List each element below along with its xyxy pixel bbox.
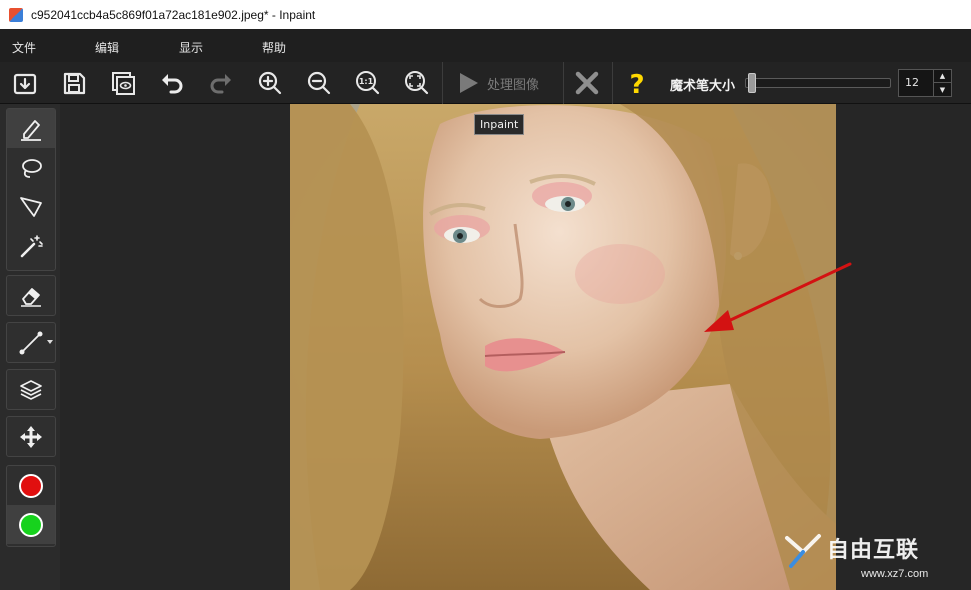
zoom-actual-size-icon: 1:1 — [356, 71, 380, 95]
tooltip: Inpaint — [474, 114, 525, 135]
preview-icon — [112, 72, 135, 95]
brush-size-slider[interactable] — [745, 78, 891, 88]
brush-size-label: 魔术笔大小 — [670, 79, 736, 94]
marker-icon — [21, 119, 41, 141]
menu-bar: 文件 编辑 显示 帮助 — [0, 29, 971, 62]
process-image-label: 处理图像 — [487, 77, 540, 93]
zoom-in-button[interactable] — [253, 66, 287, 100]
save-button[interactable] — [57, 66, 91, 100]
guide-line-icon — [19, 331, 43, 354]
guide-line-tool-button[interactable] — [7, 323, 55, 362]
watermark-logo-icon — [785, 534, 821, 568]
guide-line-group — [6, 322, 56, 363]
redo-button[interactable] — [204, 66, 238, 100]
color-group — [6, 465, 56, 547]
lasso-tool-button[interactable] — [7, 148, 55, 187]
title-bar: c952041ccb4a5c869f01a72ac181e902.jpeg* -… — [0, 0, 971, 29]
portrait-image — [290, 104, 836, 590]
redo-icon — [210, 74, 231, 94]
green-color-swatch — [19, 512, 43, 537]
brush-size-slider-handle[interactable] — [748, 73, 756, 93]
layers-tool-button[interactable] — [7, 370, 55, 409]
watermark-title: 自由互联 — [827, 538, 920, 563]
magic-wand-tool-button[interactable] — [7, 226, 55, 265]
green-color-button[interactable] — [7, 505, 55, 544]
move-icon — [20, 425, 42, 448]
process-image-button[interactable]: 处理图像 — [445, 62, 563, 104]
open-button[interactable] — [8, 66, 42, 100]
save-icon — [63, 72, 86, 95]
zoom-actual-size-button[interactable]: 1:1 — [351, 66, 385, 100]
open-icon — [13, 73, 37, 95]
cancel-icon — [575, 71, 599, 95]
photo-canvas[interactable] — [290, 104, 836, 590]
cancel-button[interactable] — [570, 66, 604, 100]
menu-edit[interactable]: 编辑 — [95, 39, 119, 56]
red-color-button[interactable] — [7, 466, 55, 505]
app-icon — [9, 7, 23, 22]
window-title: c952041ccb4a5c869f01a72ac181e902.jpeg* -… — [31, 7, 316, 22]
tool-sidebar — [0, 104, 60, 590]
polygonal-lasso-tool-button[interactable] — [7, 187, 55, 226]
preview-button[interactable] — [106, 66, 140, 100]
fit-to-window-button[interactable] — [400, 66, 434, 100]
toolbar-separator — [442, 62, 443, 104]
marker-tool-button[interactable] — [7, 109, 55, 148]
toolbar-separator — [563, 62, 564, 104]
question-mark-icon: ? — [629, 70, 644, 96]
layers-icon — [20, 379, 42, 400]
brush-size-value: 12 — [905, 76, 919, 89]
red-color-swatch — [19, 473, 43, 498]
layers-group — [6, 369, 56, 410]
play-icon — [460, 73, 478, 93]
annotation-arrow — [704, 262, 852, 332]
menu-view[interactable]: 显示 — [179, 39, 203, 56]
magic-wand-icon — [20, 234, 43, 257]
eraser-icon — [21, 287, 41, 307]
watermark: 自由互联 www.xz7.com — [783, 528, 969, 588]
zoom-actual-size-text: 1:1 — [359, 77, 374, 86]
zoom-in-icon — [258, 71, 282, 95]
chevron-down-icon[interactable] — [47, 340, 53, 344]
lasso-icon — [22, 158, 42, 178]
polygonal-lasso-icon — [20, 196, 42, 217]
spin-down-button[interactable]: ▼ — [933, 83, 951, 96]
help-button[interactable]: ? — [620, 66, 654, 100]
svg-text:?: ? — [629, 70, 644, 96]
zoom-out-button[interactable] — [302, 66, 336, 100]
zoom-out-icon — [307, 71, 331, 95]
spin-up-button[interactable]: ▲ — [933, 70, 951, 83]
selection-tools-group — [6, 108, 56, 271]
move-tool-button[interactable] — [7, 417, 55, 456]
undo-icon — [162, 74, 183, 94]
move-group — [6, 416, 56, 457]
menu-help[interactable]: 帮助 — [262, 39, 286, 56]
fit-to-window-icon — [405, 71, 429, 95]
eraser-group — [6, 275, 56, 316]
eraser-tool-button[interactable] — [7, 276, 55, 315]
menu-file[interactable]: 文件 — [12, 39, 36, 56]
toolbar-separator — [612, 62, 613, 104]
undo-button[interactable] — [155, 66, 189, 100]
brush-size-spinbox[interactable]: 12 ▲ ▼ — [898, 69, 952, 97]
watermark-url: www.xz7.com — [861, 568, 929, 580]
